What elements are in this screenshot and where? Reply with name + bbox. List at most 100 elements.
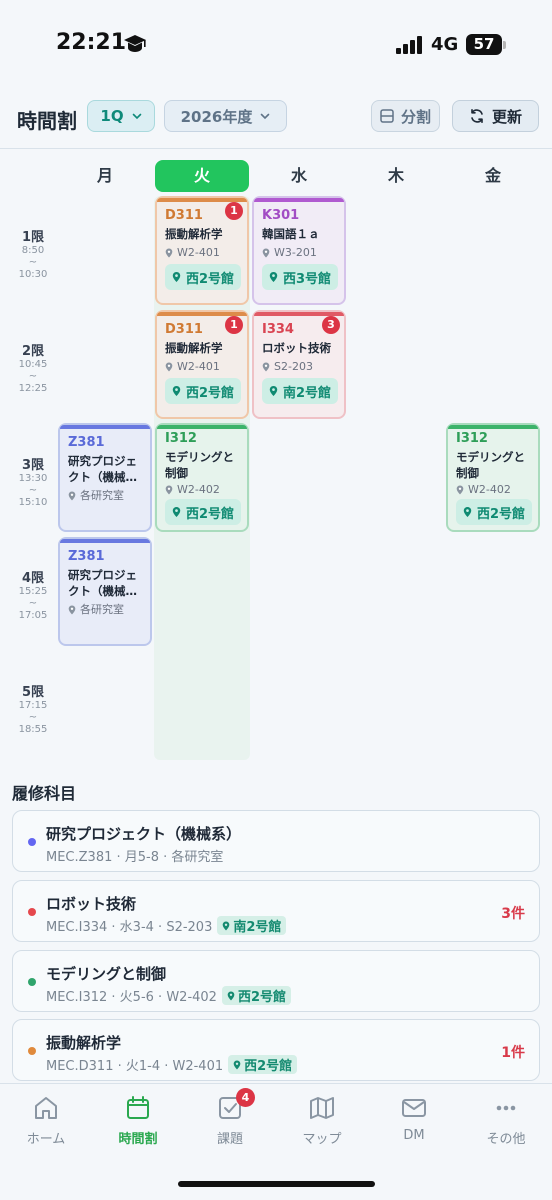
course-item-name: モデリングと制御 xyxy=(46,965,167,983)
header: 時間割 1Q 2026年度 分割 更新 xyxy=(0,96,552,148)
building-tag[interactable]: 西2号館 xyxy=(165,499,242,525)
day-header-mon[interactable]: 月 xyxy=(58,160,152,192)
chevron-down-icon xyxy=(261,113,270,120)
room-row: W2-402 xyxy=(456,483,538,497)
class-card-tue-1[interactable]: 1 D311 振動解析学 W2-401 西2号館 xyxy=(155,196,249,305)
building-tag[interactable]: 西3号館 xyxy=(262,264,339,290)
tab-dm[interactable]: DM xyxy=(368,1094,460,1143)
location-pin-icon xyxy=(262,362,270,372)
class-card-tue-3[interactable]: I312 モデリングと 制御 W2-402 西2号館 xyxy=(155,423,249,532)
course-code: I312 xyxy=(456,431,488,446)
notification-badge: 3 xyxy=(322,316,340,334)
battery-tip xyxy=(503,41,506,49)
period-5: 5限 17:15 ~ 18:55 xyxy=(18,685,48,735)
location-pin-icon xyxy=(165,248,173,258)
course-name: 韓国語１ａ xyxy=(262,227,320,241)
course-item[interactable]: ロボット技術 MEC.I334 · 水3-4 · S2-203 南2号館 3件 xyxy=(12,880,540,942)
course-code: Z381 xyxy=(68,549,105,564)
location-pin-icon xyxy=(262,248,270,258)
course-item[interactable]: 研究プロジェクト（機械系） MEC.Z381 · 月5-8 · 各研究室 xyxy=(12,810,540,872)
home-indicator[interactable] xyxy=(178,1181,375,1187)
building-tag[interactable]: 西2号館 xyxy=(165,378,242,404)
day-header-thu[interactable]: 木 xyxy=(349,160,443,192)
signal-icon xyxy=(396,36,422,54)
tab-assignments[interactable]: 4 課題 xyxy=(184,1088,276,1147)
location-pin-icon xyxy=(172,385,181,397)
period-4: 4限 15:25 ~ 17:05 xyxy=(18,571,48,621)
split-icon xyxy=(380,109,394,123)
course-color-dot xyxy=(28,908,36,916)
tab-timetable[interactable]: 時間割 xyxy=(92,1094,184,1147)
room-row: W2-401 xyxy=(165,246,247,260)
class-card-tue-2[interactable]: 1 D311 振動解析学 W2-401 西2号館 xyxy=(155,310,249,419)
course-name: モデリングと 制御 xyxy=(165,450,234,480)
class-card-wed-2[interactable]: 3 I334 ロボット技術 S2-203 南2号館 xyxy=(252,310,346,419)
course-item-meta: MEC.Z381 · 月5-8 · 各研究室 xyxy=(46,850,224,865)
split-label: 分割 xyxy=(400,107,431,126)
course-name: 振動解析学 xyxy=(165,341,223,355)
mail-icon xyxy=(402,1099,426,1117)
tab-more[interactable]: その他 xyxy=(460,1094,552,1147)
calendar-icon xyxy=(127,1096,149,1119)
building-tag[interactable]: 南2号館 xyxy=(262,378,339,404)
location-pin-icon xyxy=(223,921,230,930)
room-row: W2-401 xyxy=(165,360,247,374)
course-color-dot xyxy=(28,1047,36,1055)
status-time: 22:21 xyxy=(56,30,127,55)
day-header-fri[interactable]: 金 xyxy=(446,160,540,192)
location-pin-icon xyxy=(165,485,173,495)
map-icon xyxy=(310,1097,334,1119)
course-item-name: ロボット技術 xyxy=(46,895,137,913)
location-pin-icon xyxy=(463,506,472,518)
room-row: 各研究室 xyxy=(68,489,150,503)
course-color-dot xyxy=(28,838,36,846)
refresh-button[interactable]: 更新 xyxy=(452,100,539,132)
room-row: 各研究室 xyxy=(68,603,150,617)
course-item-meta: MEC.I312 · 火5-6 · W2-402 西2号館 xyxy=(46,986,291,1005)
location-pin-icon xyxy=(68,605,76,615)
location-pin-icon xyxy=(227,991,235,1000)
course-name: 研究プロジェ クト（機械… xyxy=(68,568,137,598)
room-row: W2-402 xyxy=(165,483,247,497)
course-item-meta: MEC.D311 · 火1-4 · W2-401 西2号館 xyxy=(46,1055,298,1074)
period-2: 2限 10:45 ~ 12:25 xyxy=(18,344,48,394)
tab-map[interactable]: マップ xyxy=(276,1094,368,1147)
class-card-mon-4[interactable]: Z381 研究プロジェ クト（機械… 各研究室 xyxy=(58,537,152,646)
location-pin-icon xyxy=(172,271,181,283)
more-icon xyxy=(496,1105,516,1111)
course-item-meta: MEC.I334 · 水3-4 · S2-203 南2号館 xyxy=(46,916,287,935)
building-tag[interactable]: 西2号館 xyxy=(165,264,242,290)
day-header-wed[interactable]: 水 xyxy=(252,160,346,192)
quarter-select[interactable]: 1Q xyxy=(87,100,155,132)
year-value: 2026年度 xyxy=(180,107,253,126)
year-select[interactable]: 2026年度 xyxy=(164,100,287,132)
location-pin-icon xyxy=(269,271,278,283)
battery-icon: 57 xyxy=(466,34,502,55)
assignment-count: 1件 xyxy=(501,1045,525,1061)
class-card-fri-3[interactable]: I312 モデリングと 制御 W2-402 西2号館 xyxy=(446,423,540,532)
tab-home[interactable]: ホーム xyxy=(0,1094,92,1147)
graduation-cap-icon xyxy=(124,35,146,52)
location-pin-icon xyxy=(165,362,173,372)
quarter-value: 1Q xyxy=(100,107,124,125)
assignments-badge: 4 xyxy=(236,1088,255,1107)
course-name: モデリングと 制御 xyxy=(456,450,525,480)
course-color-dot xyxy=(28,978,36,986)
building-tag[interactable]: 南2号館 xyxy=(217,916,287,935)
course-code: Z381 xyxy=(68,435,105,450)
header-divider xyxy=(0,148,552,149)
split-button[interactable]: 分割 xyxy=(371,100,440,132)
course-item-name: 振動解析学 xyxy=(46,1034,122,1052)
day-header-tue[interactable]: 火 xyxy=(155,160,249,192)
building-tag[interactable]: 西2号館 xyxy=(456,499,533,525)
building-tag[interactable]: 西2号館 xyxy=(228,1055,298,1074)
class-card-mon-3[interactable]: Z381 研究プロジェ クト（機械… 各研究室 xyxy=(58,423,152,532)
course-name: 研究プロジェ クト（機械… xyxy=(68,454,137,484)
course-item[interactable]: モデリングと制御 MEC.I312 · 火5-6 · W2-402 西2号館 xyxy=(12,950,540,1012)
course-item-name: 研究プロジェクト（機械系） xyxy=(46,825,242,843)
notification-badge: 1 xyxy=(225,316,243,334)
notification-badge: 1 xyxy=(225,202,243,220)
building-tag[interactable]: 西2号館 xyxy=(221,986,291,1005)
class-card-wed-1[interactable]: K301 韓国語１ａ W3-201 西3号館 xyxy=(252,196,346,305)
course-item[interactable]: 振動解析学 MEC.D311 · 火1-4 · W2-401 西2号館 1件 xyxy=(12,1019,540,1081)
